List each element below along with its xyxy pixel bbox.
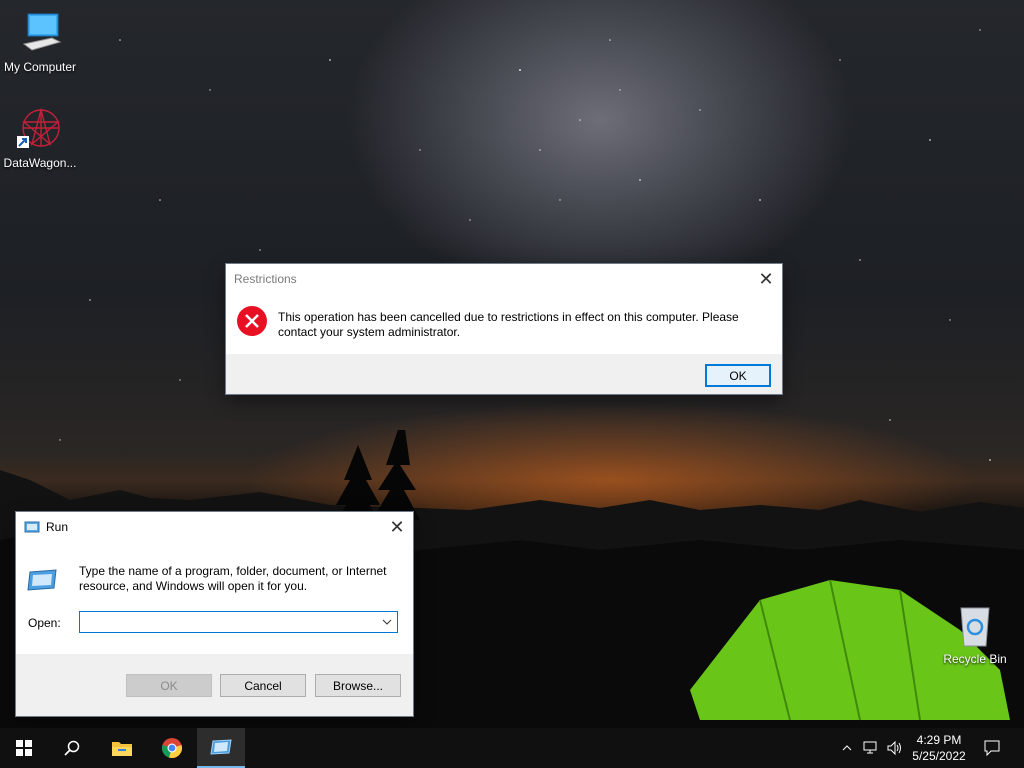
- open-input[interactable]: [82, 613, 376, 633]
- restrictions-titlebar: Restrictions ✕: [226, 264, 782, 294]
- desktop-icon-label: DataWagon...: [3, 156, 77, 170]
- desktop-icon-recycle-bin[interactable]: Recycle Bin: [935, 602, 1015, 666]
- restrictions-title: Restrictions: [234, 272, 297, 286]
- clock-date: 5/25/2022: [912, 749, 966, 763]
- restrictions-message: This operation has been cancelled due to…: [278, 310, 768, 340]
- run-button-bar: OK Cancel Browse...: [16, 654, 413, 716]
- run-dialog: Run ✕ Type the name of a program, folder…: [16, 512, 413, 716]
- run-app-icon: [24, 520, 40, 534]
- recycle-bin-icon: [951, 602, 999, 650]
- run-titlebar: Run ✕: [16, 512, 413, 542]
- datawagon-shortcut-icon: [16, 106, 64, 154]
- run-ok-button[interactable]: OK: [126, 674, 212, 697]
- error-icon: [236, 305, 268, 337]
- desktop-icon-my-computer[interactable]: My Computer: [0, 10, 80, 74]
- desktop-icon-label: My Computer: [3, 60, 77, 74]
- chrome-icon[interactable]: [148, 728, 196, 768]
- show-hidden-icons-button[interactable]: [838, 728, 856, 768]
- clock[interactable]: 4:29 PM 5/25/2022: [908, 728, 970, 768]
- computer-icon: [16, 10, 64, 58]
- close-icon[interactable]: ✕: [750, 264, 782, 294]
- run-cancel-button[interactable]: Cancel: [220, 674, 306, 697]
- desktop-icon-label: Recycle Bin: [943, 652, 1007, 666]
- run-description-line2: resource, and Windows will open it for y…: [79, 579, 308, 593]
- run-title: Run: [46, 520, 69, 534]
- restrictions-message-line1: This operation has been cancelled due to…: [278, 310, 739, 324]
- restrictions-dialog: Restrictions ✕ This operation has been c…: [226, 264, 782, 394]
- restrictions-ok-button[interactable]: OK: [705, 364, 771, 387]
- taskbar: 4:29 PM 5/25/2022: [0, 728, 1024, 768]
- clock-time: 4:29 PM: [916, 733, 962, 747]
- open-label: Open:: [28, 616, 61, 630]
- file-explorer-icon[interactable]: [98, 728, 146, 768]
- search-icon[interactable]: [48, 728, 96, 768]
- network-icon[interactable]: [860, 728, 882, 768]
- restrictions-message-line2: contact your system administrator.: [278, 325, 461, 339]
- notifications-icon[interactable]: [978, 728, 1006, 768]
- run-icon: [26, 566, 58, 594]
- close-icon[interactable]: ✕: [381, 512, 413, 542]
- desktop-icon-datawagon[interactable]: DataWagon...: [0, 106, 80, 170]
- run-description-line1: Type the name of a program, folder, docu…: [79, 564, 387, 578]
- restrictions-button-bar: OK: [226, 354, 782, 394]
- start-icon[interactable]: [0, 728, 48, 768]
- chevron-down-icon[interactable]: [379, 612, 395, 632]
- run-browse-button[interactable]: Browse...: [315, 674, 401, 697]
- open-combobox[interactable]: [79, 611, 398, 633]
- run-description: Type the name of a program, folder, docu…: [79, 564, 399, 594]
- run-taskbar-button[interactable]: [197, 728, 245, 768]
- volume-icon[interactable]: [884, 728, 906, 768]
